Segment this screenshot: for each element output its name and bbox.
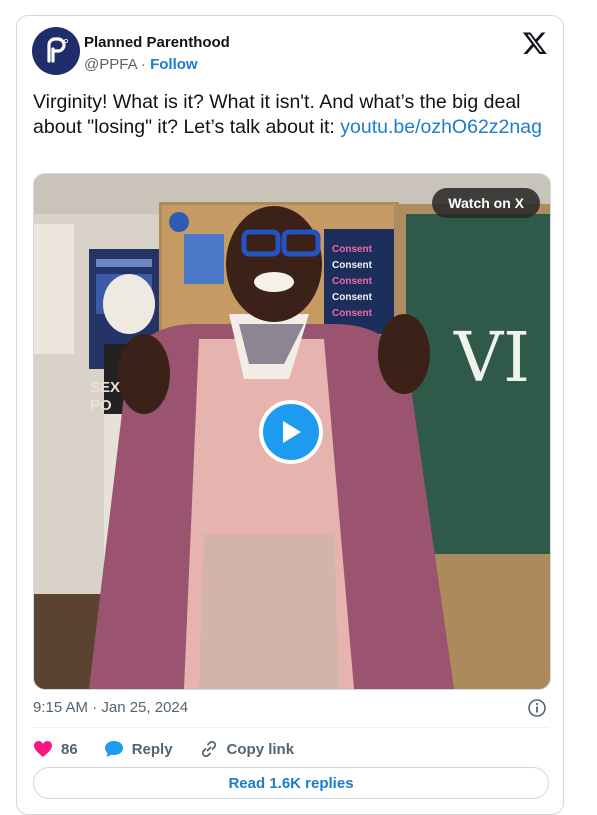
board-word: Consent [332, 308, 372, 319]
board-word: Consent [332, 244, 372, 255]
follow-button[interactable]: Follow [150, 56, 198, 73]
play-button[interactable] [259, 400, 323, 464]
tweet-link[interactable]: youtu.be/ozhO62z2nag [340, 116, 542, 138]
shirt-text-line: SEX [90, 379, 121, 396]
tweet-text: Virginity! What is it? What it isn't. An… [33, 90, 549, 140]
tweet-timestamp[interactable]: 9:15 AM · Jan 25, 2024 [33, 699, 188, 716]
board-word: Consent [332, 260, 372, 271]
board-word: Consent [332, 292, 372, 303]
shirt-text: SEX PO [90, 379, 120, 415]
author-handle-row: @PPFA · Follow [84, 56, 198, 73]
heart-icon [34, 741, 52, 757]
handle-separator: · [140, 56, 146, 73]
reply-bubble-icon [104, 741, 123, 757]
tweet-card: Planned Parenthood @PPFA · Follow Virgin… [16, 15, 564, 815]
author-handle[interactable]: @PPFA [84, 56, 137, 73]
author-name[interactable]: Planned Parenthood [84, 34, 230, 51]
play-icon [283, 421, 301, 443]
like-count: 86 [61, 740, 78, 758]
video-media[interactable]: Consent Consent Consent Consent Consent … [33, 173, 551, 690]
board-word: Consent [332, 276, 372, 287]
reply-button[interactable]: Reply [104, 740, 173, 758]
link-icon [201, 740, 216, 758]
reply-label: Reply [131, 740, 173, 758]
like-button[interactable]: 86 [33, 740, 78, 758]
shirt-text-line: PO [90, 397, 112, 414]
divider [33, 727, 549, 728]
copy-link-label: Copy link [226, 740, 295, 758]
x-logo-icon[interactable] [522, 30, 548, 56]
watch-on-x-button[interactable]: Watch on X [432, 188, 540, 218]
chalk-text: VI [454, 319, 530, 398]
info-icon[interactable] [527, 698, 547, 718]
copy-link-button[interactable]: Copy link [199, 739, 295, 759]
action-bar: 86 Reply Copy link [33, 738, 320, 760]
planned-parenthood-logo-icon [47, 37, 68, 63]
board-word-list: Consent Consent Consent Consent Consent [332, 242, 396, 322]
author-avatar[interactable] [32, 27, 80, 75]
read-replies-button[interactable]: Read 1.6K replies [33, 767, 549, 799]
